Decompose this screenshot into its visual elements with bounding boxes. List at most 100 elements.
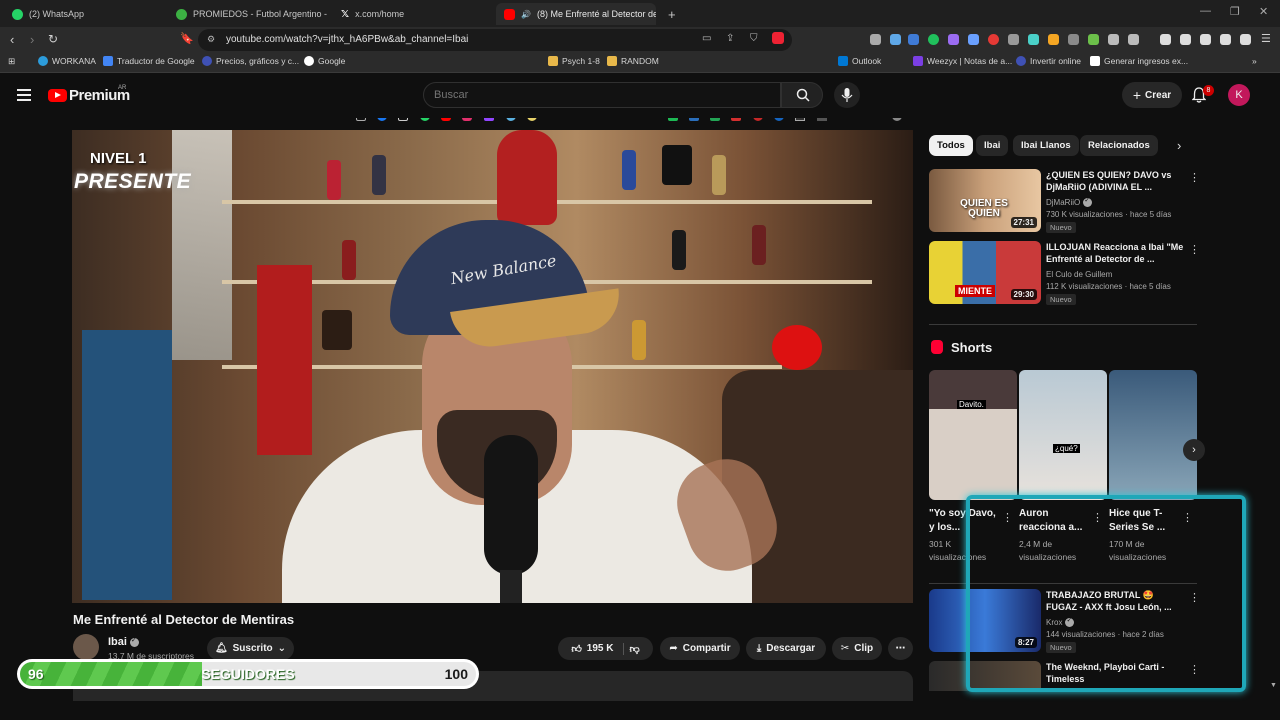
create-button[interactable]: + Crear (1122, 82, 1182, 108)
minimize-icon[interactable]: — (1200, 5, 1211, 17)
more-options-icon[interactable]: ⋮ (1182, 511, 1193, 524)
channel-name[interactable]: Ibai (108, 636, 139, 648)
divider (929, 583, 1197, 584)
more-options-icon[interactable]: ⋮ (1189, 243, 1200, 256)
extension-icon[interactable] (948, 34, 959, 45)
more-options-icon[interactable]: ⋮ (1002, 511, 1013, 524)
like-button[interactable]: 👍︎ 195 K (571, 642, 625, 655)
extension-icon[interactable] (1068, 34, 1079, 45)
apps-icon[interactable]: ⊞ (8, 56, 15, 67)
video-thumbnail[interactable]: MIENTE 29:30 (929, 241, 1041, 304)
site-info-icon[interactable]: ⚙ (207, 34, 215, 45)
recommendation-item[interactable]: The Weeknd, Playboi Carti - Timeless ⋮ (929, 661, 1197, 691)
tab-youtube[interactable]: 🔊 (8) Me Enfrenté al Detector de ✕ (496, 3, 656, 25)
menu-icon[interactable] (17, 89, 31, 101)
chip-relacionados[interactable]: Relacionados (1080, 135, 1158, 156)
bookmark-folder-random[interactable]: RANDOM (607, 56, 659, 66)
cast-icon[interactable]: ▭ (702, 33, 711, 44)
extension-icon[interactable] (988, 34, 999, 45)
more-options-icon[interactable]: ⋮ (1092, 511, 1103, 524)
voice-search-button[interactable] (834, 82, 860, 108)
recommendation-item[interactable]: MIENTE 29:30 ILLOJUAN Reacciona a Ibai "… (929, 241, 1200, 305)
wallet-icon[interactable] (1200, 34, 1211, 45)
bookmark-invertir[interactable]: Invertir online (1016, 56, 1081, 66)
tab-x[interactable]: 𝕏 x.com/home (333, 3, 493, 25)
bookmark-generar[interactable]: Generar ingresos ex... (1090, 56, 1188, 66)
chevron-right-icon[interactable]: › (1177, 138, 1181, 153)
vpn-icon[interactable] (1240, 34, 1251, 45)
divider (929, 324, 1197, 325)
puzzle-icon[interactable] (1108, 34, 1119, 45)
reload-icon[interactable]: ↻ (48, 32, 58, 46)
clip-button[interactable]: ✂ Clip (832, 637, 882, 660)
search-input[interactable] (434, 89, 764, 101)
recommendation-item[interactable]: 8:27 TRABAJAZO BRUTAL 🤩 FUGAZ - AXX ft J… (929, 589, 1200, 653)
extension-icon[interactable] (1008, 34, 1019, 45)
leo-icon[interactable] (1220, 34, 1231, 45)
shield-icon[interactable]: ⛉ (750, 33, 758, 44)
brave-rewards-icon[interactable] (772, 32, 784, 44)
more-bookmarks-icon[interactable]: » (1252, 56, 1257, 66)
bookmark-translate[interactable]: Traductor de Google (103, 56, 195, 66)
channel-avatar[interactable] (73, 634, 99, 660)
video-thumbnail[interactable] (929, 661, 1041, 691)
chip-todos[interactable]: Todos (929, 135, 973, 156)
forward-icon[interactable]: › (30, 32, 34, 47)
tab-whatsapp[interactable]: (2) WhatsApp (4, 3, 164, 25)
chip-ibai[interactable]: Ibai (976, 135, 1009, 156)
more-options-icon[interactable]: ⋮ (1189, 663, 1197, 676)
bookmark-icon[interactable]: 🔖 (180, 32, 194, 45)
video-thumbnail[interactable]: QUIEN ES QUIEN 27:31 (929, 169, 1041, 232)
chevron-down-icon: ⌄ (277, 643, 287, 654)
extension-icon[interactable] (1028, 34, 1039, 45)
more-options-icon[interactable]: ⋮ (1189, 171, 1200, 184)
back-icon[interactable]: ‹ (10, 32, 14, 47)
close-window-icon[interactable]: ✕ (1259, 5, 1268, 18)
address-bar[interactable]: ⚙ youtube.com/watch?v=jthx_hA6PBw&ab_cha… (198, 29, 792, 51)
extension-icon[interactable] (890, 34, 901, 45)
account-avatar[interactable]: K (1228, 84, 1250, 106)
video-thumbnail[interactable]: 8:27 (929, 589, 1041, 652)
bookmark-weezyx[interactable]: Weezyx | Notas de a... (913, 56, 1012, 66)
share-page-icon[interactable]: ⇪ (726, 33, 734, 44)
extension-icon[interactable] (908, 34, 919, 45)
short-thumbnail[interactable] (1109, 370, 1197, 500)
extension-icon[interactable] (968, 34, 979, 45)
search-button[interactable] (781, 82, 823, 108)
shorts-next-button[interactable]: › (1183, 439, 1205, 461)
bookmark-folder-psych[interactable]: Psych 1-8 (548, 56, 600, 66)
restore-icon[interactable]: ❐ (1230, 5, 1240, 18)
new-tab-button[interactable]: + (660, 3, 680, 25)
bookmark-prices[interactable]: Precios, gráficos y c... (202, 56, 299, 66)
video-player[interactable]: New Balance NIVEL 1 PRESENTE (72, 130, 913, 603)
extension-icon[interactable] (928, 34, 939, 45)
youtube-logo-icon[interactable] (48, 89, 67, 102)
menu-icon[interactable]: ☰ (1261, 32, 1271, 45)
short-title[interactable]: "Yo soy Davo, y los... (929, 507, 1004, 535)
short-title[interactable]: Hice que T-Series Se ... (1109, 507, 1184, 535)
bookmark-workana[interactable]: WORKANA (38, 56, 96, 66)
video-duration: 27:31 (1010, 217, 1037, 228)
extension-icon[interactable] (1128, 34, 1139, 45)
sidebar-icon[interactable] (1180, 34, 1191, 45)
extension-icon[interactable] (1048, 34, 1059, 45)
short-thumbnail[interactable]: Davito. (929, 370, 1017, 500)
media-icon[interactable] (1160, 34, 1171, 45)
more-options-icon[interactable]: ⋮ (1189, 591, 1200, 604)
download-button[interactable]: ⤓ Descargar (746, 637, 826, 660)
subscribed-button[interactable]: 🔔︎ Suscrito ⌄ (207, 637, 294, 660)
share-button[interactable]: ➦ Compartir (660, 637, 740, 660)
bookmark-google[interactable]: Google (304, 56, 345, 66)
short-thumbnail[interactable]: ¿qué? (1019, 370, 1107, 500)
short-title[interactable]: Auron reacciona a... (1019, 507, 1094, 535)
scroll-down-icon[interactable]: ▼ (1270, 682, 1277, 689)
recommendation-item[interactable]: QUIEN ES QUIEN 27:31 ¿QUIEN ES QUIEN? DA… (929, 169, 1200, 233)
bookmark-outlook[interactable]: Outlook (838, 56, 881, 66)
more-actions-button[interactable]: ⋯ (888, 637, 913, 660)
search-box[interactable] (423, 82, 781, 108)
chip-ibai-llanos[interactable]: Ibai Llanos (1013, 135, 1079, 156)
tab-promiedos[interactable]: PROMIEDOS - Futbol Argentino - Fix (168, 3, 328, 25)
dislike-button[interactable]: 👎︎ (629, 643, 639, 655)
extension-icon[interactable] (870, 34, 881, 45)
extension-icon[interactable] (1088, 34, 1099, 45)
